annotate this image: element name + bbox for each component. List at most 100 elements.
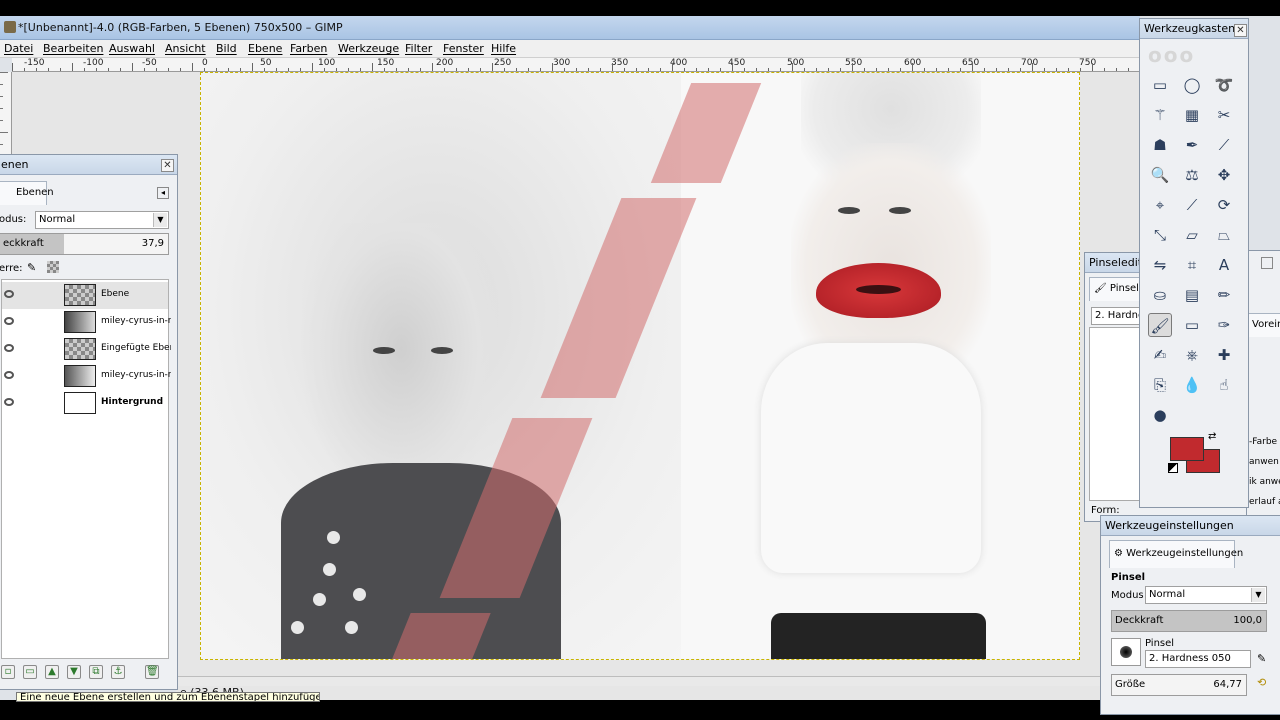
zoom-icon[interactable]: 🔍	[1148, 163, 1172, 187]
foreground-select-icon[interactable]: ☗	[1148, 133, 1172, 157]
new-group-icon[interactable]: ▭	[23, 665, 37, 679]
horizontal-ruler[interactable]: -150 -100 -50 0 50 100 150 200 250 300 3…	[12, 58, 1140, 72]
move-icon[interactable]: ✥	[1212, 163, 1236, 187]
foreground-color-swatch[interactable]	[1170, 437, 1204, 461]
paintbrush-icon[interactable]: 🖌	[1148, 313, 1172, 337]
paint-mode-value: Normal	[1149, 589, 1186, 600]
eye-icon[interactable]	[4, 344, 14, 352]
layer-row[interactable]: Ebene	[2, 282, 168, 309]
menu-filter[interactable]: Filter	[405, 42, 432, 55]
menu-werkzeuge[interactable]: Werkzeuge	[338, 42, 399, 55]
paint-opacity-slider[interactable]: Deckkraft 100,0	[1111, 610, 1267, 632]
duplicate-layer-icon[interactable]: ⧉	[89, 665, 103, 679]
paint-mode-select[interactable]: Normal ▼	[1145, 586, 1267, 604]
menu-ansicht[interactable]: Ansicht	[165, 42, 206, 55]
ruler-tick	[504, 68, 505, 71]
menu-ebene[interactable]: Ebene	[248, 42, 282, 55]
opacity-slider[interactable]: eckkraft 37,9	[0, 233, 169, 255]
ruler-tick	[1020, 68, 1021, 71]
heal-icon[interactable]: ✚	[1212, 343, 1236, 367]
edit-brush-icon[interactable]: ✎	[1257, 652, 1266, 665]
mode-select[interactable]: Normal ▼	[35, 211, 169, 229]
ruler-label: -150	[24, 58, 45, 68]
ruler-tick	[276, 68, 277, 71]
text-icon[interactable]: A	[1212, 253, 1236, 277]
perspective-clone-icon[interactable]: ⎘	[1148, 373, 1172, 397]
tab-menu-icon[interactable]: ◂	[157, 187, 169, 199]
brush-select[interactable]: 2. Hardness 050	[1145, 650, 1251, 668]
alpha-lock-icon[interactable]	[47, 261, 59, 273]
smudge-icon[interactable]: ☝	[1212, 373, 1236, 397]
bucket-fill-icon[interactable]: ⛀	[1148, 283, 1172, 307]
ink-icon[interactable]: ✍	[1148, 343, 1172, 367]
canvas-area[interactable]	[12, 72, 1140, 676]
rect-select-icon[interactable]: ▭	[1148, 73, 1172, 97]
raise-layer-icon[interactable]: ▲	[45, 665, 59, 679]
ruler-tick	[144, 68, 145, 71]
flip-icon[interactable]: ⇋	[1148, 253, 1172, 277]
lasso-icon[interactable]: ➰	[1212, 73, 1236, 97]
menu-farben[interactable]: Farben	[290, 42, 327, 55]
layer-row[interactable]: Eingefügte Ebene	[2, 336, 171, 363]
anchor-layer-icon[interactable]: ⚓	[111, 665, 125, 679]
lower-layer-icon[interactable]: ▼	[67, 665, 81, 679]
eraser-icon[interactable]: ▭	[1180, 313, 1204, 337]
eye-icon[interactable]	[4, 371, 14, 379]
close-icon[interactable]: ✕	[1234, 24, 1247, 37]
tab-werkzeugeinstellungen[interactable]: ⚙ Werkzeugeinstellungen	[1109, 540, 1243, 568]
layer-row[interactable]: Hintergrund	[2, 390, 168, 417]
eye-icon[interactable]	[4, 398, 14, 406]
ruler-tick	[432, 63, 433, 71]
image-canvas[interactable]	[200, 72, 1080, 660]
airbrush-icon[interactable]: ✑	[1212, 313, 1236, 337]
delete-layer-icon[interactable]: 🗑	[145, 665, 159, 679]
menu-auswahl[interactable]: Auswahl	[109, 42, 155, 55]
align-icon[interactable]: ⌖	[1148, 193, 1172, 217]
option-line: ik anwe	[1249, 477, 1280, 487]
ruler-tick	[768, 68, 769, 71]
measure-icon[interactable]: ⚖	[1180, 163, 1204, 187]
brush-preview-button[interactable]	[1111, 638, 1141, 666]
blur-icon[interactable]: 💧	[1180, 373, 1204, 397]
crop-icon[interactable]: ⟋	[1180, 193, 1204, 217]
color-picker-icon[interactable]: ⟋	[1212, 133, 1236, 157]
paths-icon[interactable]: ✒	[1180, 133, 1204, 157]
layer-list: Ebene miley-cyrus-in-ne Eingefügte Ebene…	[1, 279, 171, 659]
menu-bild[interactable]: Bild	[216, 42, 237, 55]
scale-icon[interactable]: ⤡	[1148, 223, 1172, 247]
horizontal-scrollbar[interactable]	[12, 676, 1140, 686]
color-select-icon[interactable]: ▦	[1180, 103, 1204, 127]
default-colors-icon[interactable]	[1168, 463, 1178, 473]
menu-fenster[interactable]: Fenster	[443, 42, 484, 55]
size-slider[interactable]: Größe 64,77	[1111, 674, 1247, 696]
brush-name-field[interactable]: 2. Hardnes	[1091, 307, 1145, 325]
pencil-icon[interactable]: ✏	[1212, 283, 1236, 307]
eye-icon[interactable]	[4, 317, 14, 325]
swap-colors-icon[interactable]: ⇄	[1208, 431, 1216, 442]
close-icon[interactable]: ✕	[161, 159, 174, 172]
magic-wand-icon[interactable]: ⚚	[1148, 103, 1172, 127]
clone-icon[interactable]: ⎈	[1180, 343, 1204, 367]
opacity-value: 100,0	[1233, 615, 1262, 626]
ellipse-select-icon[interactable]: ◯	[1180, 73, 1204, 97]
tab-voreinstellungen[interactable]: Vorein	[1247, 313, 1280, 337]
cage-icon[interactable]: ⌗	[1180, 253, 1204, 277]
brush-lock-icon[interactable]: ✎	[27, 261, 39, 274]
tab-ebenen[interactable]: Ebenen	[0, 181, 54, 205]
shear-icon[interactable]: ▱	[1180, 223, 1204, 247]
scissors-icon[interactable]: ✂	[1212, 103, 1236, 127]
blend-icon[interactable]: ▤	[1180, 283, 1204, 307]
menubar: Datei Bearbeiten Auswahl Ansicht Bild Eb…	[0, 40, 1140, 58]
reset-size-icon[interactable]: ⟲	[1257, 676, 1266, 689]
layer-row[interactable]: miley-cyrus-in-ne	[2, 309, 171, 336]
menu-datei[interactable]: Datei	[4, 42, 33, 55]
new-layer-icon[interactable]: ▫	[1, 665, 15, 679]
eye-icon[interactable]	[4, 290, 14, 298]
panel-menu-icon[interactable]	[1261, 257, 1273, 269]
menu-bearbeiten[interactable]: Bearbeiten	[43, 42, 103, 55]
dodge-burn-icon[interactable]: ●	[1148, 403, 1172, 427]
rotate-icon[interactable]: ⟳	[1212, 193, 1236, 217]
menu-hilfe[interactable]: Hilfe	[491, 42, 516, 55]
perspective-icon[interactable]: ⏢	[1212, 223, 1236, 247]
layer-row[interactable]: miley-cyrus-in-ne	[2, 363, 171, 390]
